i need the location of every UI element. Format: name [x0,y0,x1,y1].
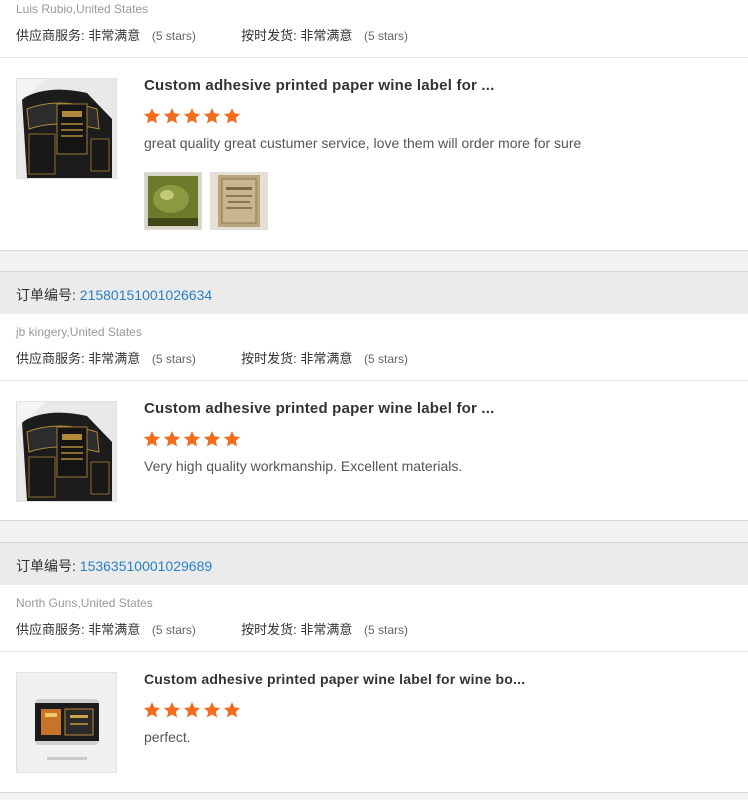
buyer-name: jb kingery,United States [16,325,142,339]
star-icon [223,702,241,718]
service-stars-note: (5 stars) [151,623,196,637]
shipping-stars-note: (5 stars) [364,623,409,637]
shipping-label: 按时发货: [241,622,297,637]
service-value: 非常满意 [88,351,141,366]
buyer-name: Luis Rubio,United States [16,2,149,16]
star-rating [143,107,241,125]
divider [0,651,748,652]
star-icon [183,702,201,718]
review-photo-green-bottle[interactable] [144,172,202,230]
star-icon [183,431,201,447]
star-rating [143,701,241,719]
star-icon [143,108,161,124]
service-stars-note: (5 stars) [151,352,196,366]
buyer-name: North Guns,United States [16,596,153,610]
star-icon [143,431,161,447]
divider [0,380,748,381]
section-gap [0,251,748,271]
service-value: 非常满意 [88,28,141,43]
review-comment: Very high quality workmanship. Excellent… [144,458,463,474]
seller-ratings: 供应商服务: 非常满意 (5 stars) 按时发货: 非常满意 (5 star… [16,25,408,44]
star-icon [223,431,241,447]
divider [0,57,748,58]
order-number-link[interactable]: 21580151001026634 [80,287,212,303]
shipping-value: 非常满意 [300,622,353,637]
product-title-link[interactable]: Custom adhesive printed paper wine label… [144,400,495,417]
product-title-link[interactable]: Custom adhesive printed paper wine label… [144,671,525,687]
star-rating [143,430,241,448]
service-label: 供应商服务: [16,351,85,366]
star-icon [143,702,161,718]
star-icon [223,108,241,124]
order-info: 订单编号: 15363510001029689 [16,556,212,576]
shipping-stars-note: (5 stars) [364,29,409,43]
order-label: 订单编号: [16,287,76,303]
seller-ratings: 供应商服务: 非常满意 (5 stars) 按时发货: 非常满意 (5 star… [16,348,408,367]
service-label: 供应商服务: [16,622,85,637]
product-thumbnail[interactable] [16,401,117,502]
star-icon [163,702,181,718]
product-thumbnail[interactable] [16,78,117,179]
review-photo-gold-label[interactable] [210,172,268,230]
section-gap [0,793,748,800]
review-comment: perfect. [144,729,191,745]
order-info: 订单编号: 21580151001026634 [16,285,212,305]
service-value: 非常满意 [88,622,141,637]
shipping-value: 非常满意 [300,351,353,366]
order-bar: 订单编号: 15363510001029689 [0,542,748,585]
star-icon [183,108,201,124]
star-icon [163,431,181,447]
star-icon [203,431,221,447]
star-icon [163,108,181,124]
order-bar: 订单编号: 21580151001026634 [0,271,748,314]
service-stars-note: (5 stars) [151,29,196,43]
star-icon [203,702,221,718]
seller-ratings: 供应商服务: 非常满意 (5 stars) 按时发货: 非常满意 (5 star… [16,619,408,638]
review-comment: great quality great custumer service, lo… [144,135,582,151]
order-number-link[interactable]: 15363510001029689 [80,558,212,574]
product-title-link[interactable]: Custom adhesive printed paper wine label… [144,77,495,94]
section-gap [0,521,748,542]
shipping-label: 按时发货: [241,28,297,43]
product-thumbnail[interactable] [16,672,117,773]
shipping-value: 非常满意 [300,28,353,43]
shipping-label: 按时发货: [241,351,297,366]
star-icon [203,108,221,124]
shipping-stars-note: (5 stars) [364,352,409,366]
service-label: 供应商服务: [16,28,85,43]
order-label: 订单编号: [16,558,76,574]
